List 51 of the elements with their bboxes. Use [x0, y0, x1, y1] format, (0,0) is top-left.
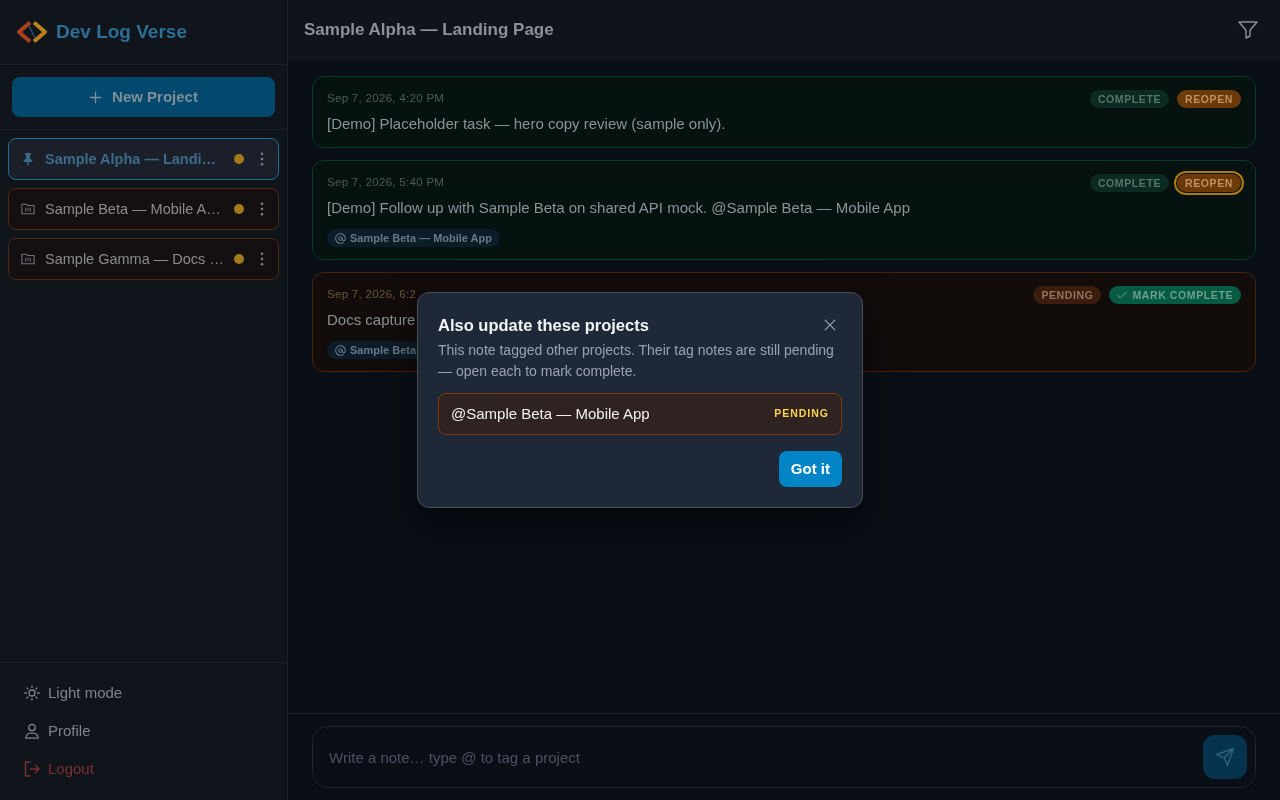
project-name: Sample Alpha — Landi… — [45, 150, 217, 169]
status-dot-icon — [234, 204, 244, 214]
at-sign-icon — [335, 232, 346, 244]
check-icon — [1117, 291, 1128, 299]
note-timestamp: Sep 7, 2026, 5:40 PM — [327, 175, 445, 191]
got-it-button[interactable]: Got it — [778, 451, 842, 487]
kebab-icon — [260, 252, 264, 266]
mark-complete-button[interactable]: MARK COMPLETE — [1109, 286, 1241, 304]
project-name: Sample Beta — Mobile A… — [45, 200, 221, 219]
status-dot-icon — [234, 254, 244, 264]
complete-status-badge: COMPLETE — [1089, 90, 1170, 108]
send-button[interactable] — [1203, 735, 1247, 779]
project-item[interactable]: Sample Alpha — Landi… — [8, 138, 279, 180]
kebab-icon — [260, 202, 264, 216]
filter-icon — [1238, 21, 1258, 39]
note-input[interactable]: Write a note… type @ to tag a project — [312, 726, 1256, 788]
project-item[interactable]: Sample Beta — Mobile A… — [8, 188, 279, 230]
sun-icon — [24, 685, 40, 701]
brand-name: Dev Log Verse — [56, 19, 187, 44]
status-dot-icon — [234, 154, 244, 164]
dialog-description: This note tagged other projects. Their tag notes are still pending — open each to mark complete. — [438, 341, 835, 381]
filter-button[interactable] — [1238, 21, 1258, 39]
project-name: Sample Gamma — Docs … — [45, 250, 224, 269]
dialog-title: Also update these projects — [438, 315, 649, 336]
pending-status-label: PENDING — [774, 406, 829, 422]
note-text: [Demo] Placeholder task — hero copy review (sample only). — [327, 114, 726, 134]
logout-link[interactable]: Logout — [8, 750, 110, 788]
reopen-button[interactable]: REOPEN — [1177, 90, 1241, 108]
page-title: Sample Alpha — Landing Page — [304, 19, 554, 41]
complete-status-badge: COMPLETE — [1089, 174, 1170, 192]
at-sign-icon — [335, 344, 346, 356]
project-item[interactable]: Sample Gamma — Docs … — [8, 238, 279, 280]
kebab-icon — [260, 152, 264, 166]
tagged-project-name: @Sample Beta — Mobile App — [451, 403, 650, 424]
plus-icon — [89, 90, 103, 104]
light-mode-button[interactable]: Light mode — [8, 674, 139, 712]
user-icon — [24, 723, 40, 739]
note-text: [Demo] Follow up with Sample Beta on shared API mock. @Sample Beta — Mobile App — [327, 198, 910, 218]
note-timestamp: Sep 7, 2026, 4:20 PM — [327, 91, 445, 107]
project-tag-chip[interactable]: Sample Beta — Mobile App — [327, 229, 500, 247]
logo-icon — [16, 20, 48, 44]
close-icon — [824, 319, 836, 331]
send-icon — [1215, 747, 1235, 767]
note-text: Docs capture — [327, 310, 416, 330]
new-project-button[interactable]: New Project — [12, 77, 275, 117]
logout-icon — [24, 761, 40, 777]
tagged-project-row[interactable]: @Sample Beta — Mobile App PENDING — [438, 393, 842, 435]
pending-status-badge: PENDING — [1033, 286, 1102, 304]
note-timestamp: Sep 7, 2026, 6:2 — [327, 287, 417, 303]
profile-link[interactable]: Profile — [8, 712, 107, 750]
reopen-button[interactable]: REOPEN — [1177, 174, 1241, 192]
